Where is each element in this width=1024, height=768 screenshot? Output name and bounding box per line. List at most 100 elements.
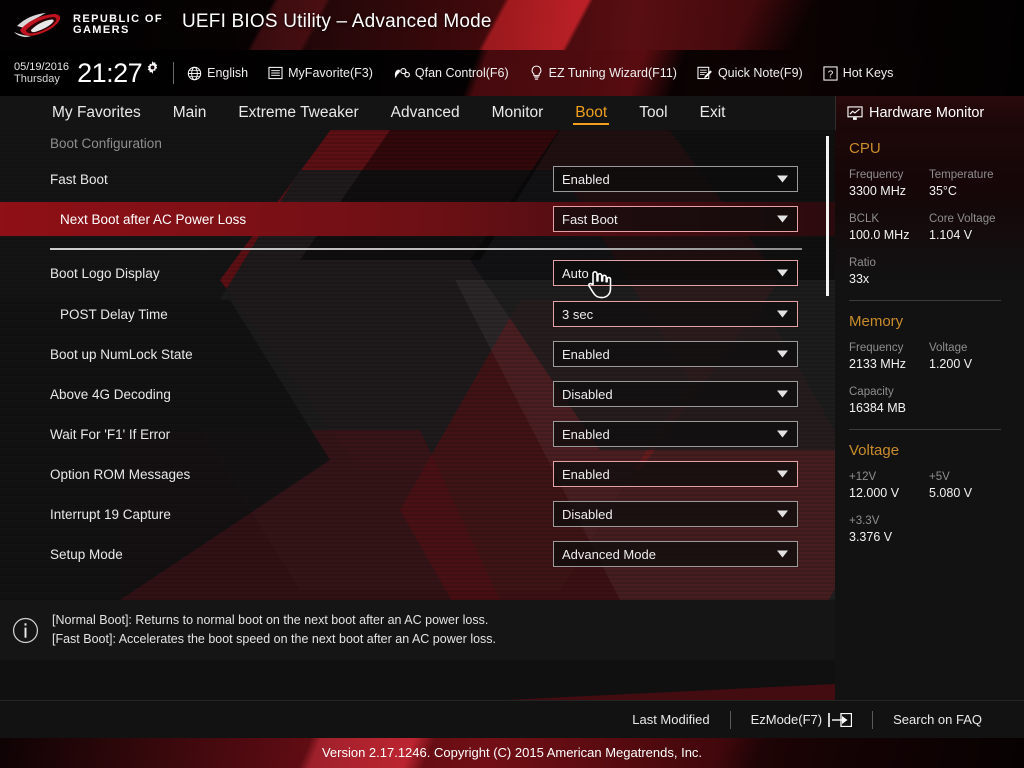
hw-value: 16384 MB [849,401,906,415]
hw-row-voltage-12v-5v: +12V 12.000 V +5V 5.080 V [849,470,1024,502]
tab-main[interactable]: Main [157,96,223,130]
gear-icon[interactable] [146,61,159,74]
setting-label: Wait For 'F1' If Error [50,426,171,442]
footer-last-modified[interactable]: Last Modified [612,712,729,727]
toolbar-label: English [207,66,249,80]
hw-cell-memory-voltage: Voltage 1.200 V [929,341,1009,373]
tab-advanced[interactable]: Advanced [375,96,476,130]
hw-cell-voltage-33v: +3.3V 3.376 V [849,514,929,546]
toolbar-item-hot-keys[interactable]: ? Hot Keys [823,65,893,81]
mouse-cursor-pointing-hand [587,271,612,299]
section-separator [50,248,802,250]
footer-bar: Last Modified EzMode(F7) Search on FAQ [0,700,1024,738]
dropdown-post-delay-time[interactable]: 3 sec [553,301,798,327]
hw-value: 3300 MHz [849,184,906,198]
chevron-down-icon [777,175,788,183]
toolbar-item-qfan-control[interactable]: Qfan Control(F6) [393,66,509,81]
title-banner: REPUBLIC OF GAMERS UEFI BIOS Utility – A… [0,0,1024,50]
tab-monitor[interactable]: Monitor [476,96,560,130]
rog-wordmark: REPUBLIC OF GAMERS [73,13,163,36]
dropdown-value: Enabled [562,171,610,187]
footer-search-on-faq[interactable]: Search on FAQ [873,712,1002,727]
hw-row-memory-capacity: Capacity 16384 MB [849,385,1024,417]
chevron-down-icon [777,310,788,318]
version-bar: Version 2.17.1246. Copyright (C) 2015 Am… [0,738,1024,768]
hw-value: 1.104 V [929,228,973,242]
question-box-icon: ? [823,65,838,81]
hw-value: 2133 MHz [849,357,906,371]
dropdown-value: Disabled [562,506,613,522]
tab-tool[interactable]: Tool [623,96,683,130]
hw-cell-cpu-ratio: Ratio 33x [849,256,929,288]
toolbar-item-ez-tuning-wizard[interactable]: EZ Tuning Wizard(F11) [529,65,677,81]
hw-cell-memory-capacity: Capacity 16384 MB [849,385,929,417]
toolbar-item-quick-note[interactable]: Quick Note(F9) [697,66,803,81]
hw-group-voltage-title: Voltage [849,442,900,459]
setting-row-above-4g-decoding[interactable]: Above 4G Decoding Disabled [0,377,835,411]
setting-row-boot-up-numlock-state[interactable]: Boot up NumLock State Enabled [0,337,835,371]
setting-row-setup-mode[interactable]: Setup Mode Advanced Mode [0,537,835,571]
dropdown-next-boot-after-ac-power-loss[interactable]: Fast Boot [553,206,798,232]
scrollbar-thumb[interactable] [826,136,829,296]
hw-value: 5.080 V [929,486,973,500]
version-text: Version 2.17.1246. Copyright (C) 2015 Am… [321,745,703,760]
setting-label: Setup Mode [50,546,123,562]
dropdown-fast-boot[interactable]: Enabled [553,166,798,192]
toolbar-item-english[interactable]: English [187,66,248,81]
tab-boot[interactable]: Boot [559,96,623,130]
tab-my-favorites[interactable]: My Favorites [36,96,157,130]
setting-row-next-boot-after-ac-power-loss[interactable]: Next Boot after AC Power Loss Fast Boot [0,202,835,236]
setting-label: Interrupt 19 Capture [50,506,171,522]
setting-label: Above 4G Decoding [50,386,171,402]
hw-group-cpu-title: CPU [849,140,881,157]
hw-row-cpu-bclk-corevoltage: BCLK 100.0 MHz Core Voltage 1.104 V [849,212,1024,244]
footer-ez-mode-label: EzMode(F7) [750,712,823,727]
dropdown-value: Fast Boot [562,211,618,227]
setting-row-fast-boot[interactable]: Fast Boot Enabled [0,162,835,196]
hw-cell-cpu-frequency: Frequency 3300 MHz [849,168,929,200]
dropdown-wait-for-f1-if-error[interactable]: Enabled [553,421,798,447]
setting-row-interrupt-19-capture[interactable]: Interrupt 19 Capture Disabled [0,497,835,531]
dropdown-option-rom-messages[interactable]: Enabled [553,461,798,487]
rog-eye-icon [14,13,61,37]
toolbar-label: EZ Tuning Wizard(F11) [548,66,677,80]
footer-ez-mode[interactable]: EzMode(F7) [731,712,873,727]
globe-icon [187,66,202,80]
hardware-monitor-header[interactable]: Hardware Monitor [835,96,1024,130]
hw-value: 12.000 V [849,486,900,500]
dropdown-setup-mode[interactable]: Advanced Mode [553,541,798,567]
page-title: UEFI BIOS Utility – Advanced Mode [182,11,492,32]
hw-value: 35°C [929,184,957,198]
hw-row-memory-freq-voltage: Frequency 2133 MHz Voltage 1.200 V [849,341,1024,373]
hw-key: Core Voltage [929,213,996,225]
hw-value: 1.200 V [929,357,973,371]
tab-extreme-tweaker[interactable]: Extreme Tweaker [222,96,374,130]
hw-row-voltage-33v: +3.3V 3.376 V [849,514,1024,546]
hw-key: +12V [849,471,877,483]
setting-label: Next Boot after AC Power Loss [60,211,247,227]
fan-icon [394,67,410,78]
setting-row-wait-for-f1-if-error[interactable]: Wait For 'F1' If Error Enabled [0,417,835,451]
dropdown-value: Enabled [562,346,610,362]
content-scrollbar[interactable] [826,132,829,598]
hardware-monitor-panel: CPU Frequency 3300 MHz Temperature 35°C … [835,130,1024,725]
hardware-monitor-title: Hardware Monitor [869,105,985,121]
chevron-down-icon [777,350,788,358]
dropdown-boot-up-numlock-state[interactable]: Enabled [553,341,798,367]
hw-key: Capacity [849,386,894,398]
bulb-icon [531,65,542,80]
dropdown-above-4g-decoding[interactable]: Disabled [553,381,798,407]
toolbar-divider [173,62,175,84]
setting-row-post-delay-time[interactable]: POST Delay Time 3 sec [0,297,835,331]
setting-row-boot-logo-display[interactable]: Boot Logo Display Auto [0,256,835,290]
toolbar-item-myfavorite[interactable]: MyFavorite(F3) [268,66,373,80]
info-toolbar: 05/19/2016 Thursday 21:27 English MyFavo… [0,50,1024,96]
help-text: [Normal Boot]: Returns to normal boot on… [52,611,496,649]
hw-key: Frequency [849,169,904,181]
hw-key: +5V [929,471,950,483]
toolbar-label: Qfan Control(F6) [414,66,509,80]
setting-row-option-rom-messages[interactable]: Option ROM Messages Enabled [0,457,835,491]
dropdown-interrupt-19-capture[interactable]: Disabled [553,501,798,527]
tab-exit[interactable]: Exit [684,96,742,130]
chevron-down-icon [777,390,788,398]
